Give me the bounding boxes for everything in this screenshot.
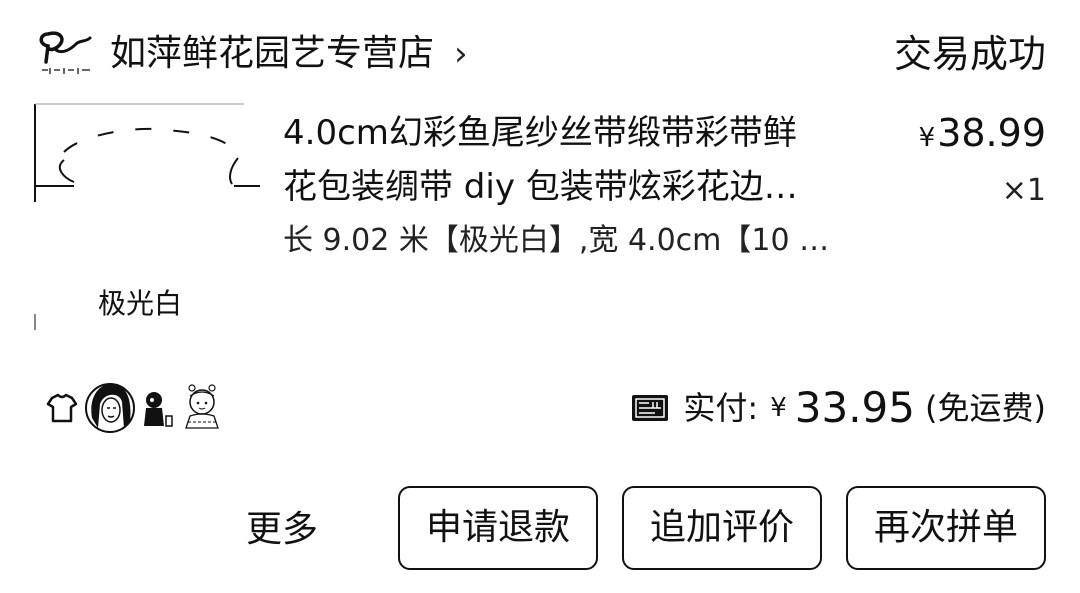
- figure-avatar-icon: [144, 392, 173, 427]
- product-sku: 长 9.02 米【极光白】,宽 4.0cm【10 …: [283, 223, 830, 258]
- price-currency-symbol: ¥: [918, 123, 936, 153]
- payment-summary: 实付: ¥ 33.95 (免运费): [631, 380, 1046, 436]
- cartoon-girl-avatar-icon: [185, 384, 219, 429]
- product-title-line-2: 花包装绸带 diy 包装带炫彩花边…: [283, 167, 798, 207]
- product-title[interactable]: 4.0cm幻彩鱼尾纱丝带缎带彩带鲜 花包装绸带 diy 包装带炫彩花边…: [283, 106, 883, 214]
- store-name: 如萍鲜花园艺专营店: [110, 33, 435, 74]
- store-name-link[interactable]: 如萍鲜花园艺专营店 ›: [110, 28, 468, 80]
- coupon-badge-icon: [632, 395, 669, 421]
- reorder-button[interactable]: 再次拼单: [846, 486, 1046, 570]
- product-title-line-1: 4.0cm幻彩鱼尾纱丝带缎带彩带鲜: [283, 113, 797, 153]
- payment-label: 实付:: [683, 389, 759, 427]
- price-value: 38.99: [937, 111, 1046, 155]
- product-price: ¥38.99: [919, 106, 1046, 160]
- payment-amount: 33.95: [794, 383, 916, 432]
- payment-currency-symbol: ¥: [770, 393, 787, 423]
- chevron-right-icon: ›: [454, 34, 468, 74]
- store-logo-icon: [36, 28, 96, 80]
- group-buyer-avatars: [44, 378, 224, 438]
- refund-button[interactable]: 申请退款: [398, 486, 598, 570]
- shirt-avatar-icon: [46, 393, 78, 423]
- add-review-button[interactable]: 追加评价: [622, 486, 822, 570]
- thumbnail-caption: 极光白: [98, 287, 183, 320]
- more-button[interactable]: 更多: [246, 500, 318, 560]
- woman-portrait-avatar-icon: [85, 383, 135, 433]
- product-quantity: ×1: [1001, 173, 1046, 208]
- order-status: 交易成功: [893, 32, 1046, 76]
- shipping-note: (免运费): [925, 389, 1046, 427]
